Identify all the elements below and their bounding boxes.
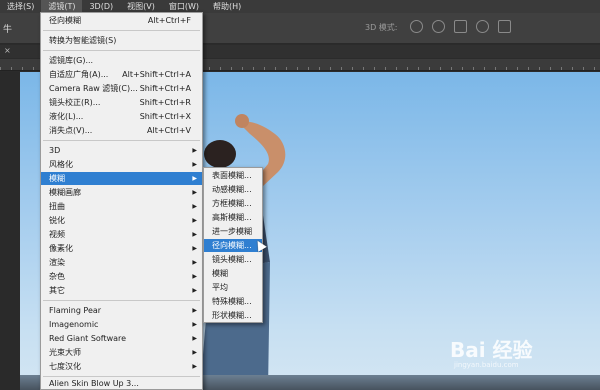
submenu-arrow-icon: ▶ (192, 349, 197, 356)
menu-item-3d[interactable]: 3D ▶ (41, 144, 202, 157)
menu-item-convert-smart-filter[interactable]: 转换为智能滤镜(S) (41, 34, 202, 47)
submenu-arrow-icon: ▶ (192, 175, 197, 182)
submenu-arrow-icon: ▶ (192, 203, 197, 210)
separator (43, 30, 200, 31)
close-doc-icon[interactable]: × (4, 46, 11, 55)
separator (43, 140, 200, 141)
submenu-arrow-icon: ▶ (192, 217, 197, 224)
filter-menu: 径向模糊 Alt+Ctrl+F 转换为智能滤镜(S) 滤镜库(G)... 自适应广… (40, 12, 203, 390)
submenu-item-lens-blur[interactable]: 镜头模糊... (204, 253, 262, 266)
submenu-item-average[interactable]: 平均 (204, 281, 262, 294)
menu-item-qidu-hanhua[interactable]: 七度汉化 ▶ (41, 360, 202, 373)
mode-3d-label: 3D 模式: (365, 23, 398, 32)
menu-item-other[interactable]: 其它 ▶ (41, 284, 202, 297)
menu-item-radial-blur-recent[interactable]: 径向模糊 Alt+Ctrl+F (41, 14, 202, 27)
submenu-item-gaussian-blur[interactable]: 高斯模糊... (204, 211, 262, 224)
slide-3d-icon[interactable] (476, 20, 489, 33)
watermark-url: jingyan.baidu.com (453, 361, 519, 369)
roll-3d-icon[interactable] (432, 20, 445, 33)
submenu-item-surface-blur[interactable]: 表面模糊... (204, 169, 262, 182)
menu-item-distort[interactable]: 扭曲 ▶ (41, 200, 202, 213)
menu-item-liquify[interactable]: 液化(L)... Shift+Ctrl+X (41, 110, 202, 123)
submenu-arrow-icon: ▶ (192, 273, 197, 280)
menu-item-filter-gallery[interactable]: 滤镜库(G)... (41, 54, 202, 67)
menu-item-alien-skin-blow-up[interactable]: Alien Skin Blow Up 3... (41, 377, 202, 390)
menu-item-beam-master[interactable]: 光束大师 ▶ (41, 346, 202, 359)
menu-item-stylize[interactable]: 风格化 ▶ (41, 158, 202, 171)
submenu-arrow-icon: ▶ (192, 335, 197, 342)
menu-item-imagenomic[interactable]: Imagenomic ▶ (41, 318, 202, 331)
menu-item-render[interactable]: 渲染 ▶ (41, 256, 202, 269)
submenu-arrow-icon: ▶ (192, 245, 197, 252)
menu-select[interactable]: 选择(S) (0, 0, 41, 13)
menu-item-flaming-pear[interactable]: Flaming Pear ▶ (41, 304, 202, 317)
submenu-arrow-icon: ▶ (192, 363, 197, 370)
menu-item-video[interactable]: 视频 ▶ (41, 228, 202, 241)
menu-item-red-giant[interactable]: Red Giant Software ▶ (41, 332, 202, 345)
submenu-arrow-icon: ▶ (192, 321, 197, 328)
submenu-arrow-icon: ▶ (192, 259, 197, 266)
menu-item-lens-correction[interactable]: 镜头校正(R)... Shift+Ctrl+R (41, 96, 202, 109)
submenu-arrow-icon: ▶ (192, 231, 197, 238)
menu-item-vanishing-point[interactable]: 消失点(V)... Alt+Ctrl+V (41, 124, 202, 137)
baidu-jingyan-watermark: Bai 经验 jingyan.baidu.com (450, 335, 570, 372)
submenu-item-box-blur[interactable]: 方框模糊... (204, 197, 262, 210)
orbit-3d-icon[interactable] (410, 20, 423, 33)
menu-help[interactable]: 帮助(H) (206, 0, 248, 13)
submenu-arrow-icon: ▶ (192, 307, 197, 314)
menu-item-camera-raw[interactable]: Camera Raw 滤镜(C)... Shift+Ctrl+A (41, 82, 202, 95)
watermark-logo-icon: Bai 经验 jingyan.baidu.com (450, 338, 533, 369)
separator (43, 300, 200, 301)
submenu-item-radial-blur[interactable]: 径向模糊... (204, 239, 262, 252)
menu-item-blur[interactable]: 模糊 ▶ (41, 172, 202, 185)
menu-item-blur-gallery[interactable]: 模糊画廊 ▶ (41, 186, 202, 199)
menu-item-adaptive-wide-angle[interactable]: 自适应广角(A)... Alt+Shift+Ctrl+A (41, 68, 202, 81)
menu-item-noise[interactable]: 杂色 ▶ (41, 270, 202, 283)
pan-3d-icon[interactable] (454, 20, 467, 33)
submenu-arrow-icon: ▶ (192, 147, 197, 154)
menu-item-pixelate[interactable]: 像素化 ▶ (41, 242, 202, 255)
watermark-text: Bai 经验 (450, 338, 533, 362)
submenu-item-motion-blur[interactable]: 动感模糊... (204, 183, 262, 196)
submenu-item-blur[interactable]: 模糊 (204, 267, 262, 280)
submenu-item-shape-blur[interactable]: 形状模糊... (204, 309, 262, 322)
tool-options-glyph[interactable]: 牛 (3, 22, 12, 35)
scale-3d-icon[interactable] (498, 20, 511, 33)
submenu-item-smart-blur[interactable]: 特殊模糊... (204, 295, 262, 308)
submenu-arrow-icon: ▶ (192, 287, 197, 294)
menu-item-sharpen[interactable]: 锐化 ▶ (41, 214, 202, 227)
submenu-item-blur-more[interactable]: 进一步模糊 (204, 225, 262, 238)
submenu-arrow-icon: ▶ (192, 161, 197, 168)
submenu-arrow-icon: ▶ (192, 189, 197, 196)
separator (43, 50, 200, 51)
